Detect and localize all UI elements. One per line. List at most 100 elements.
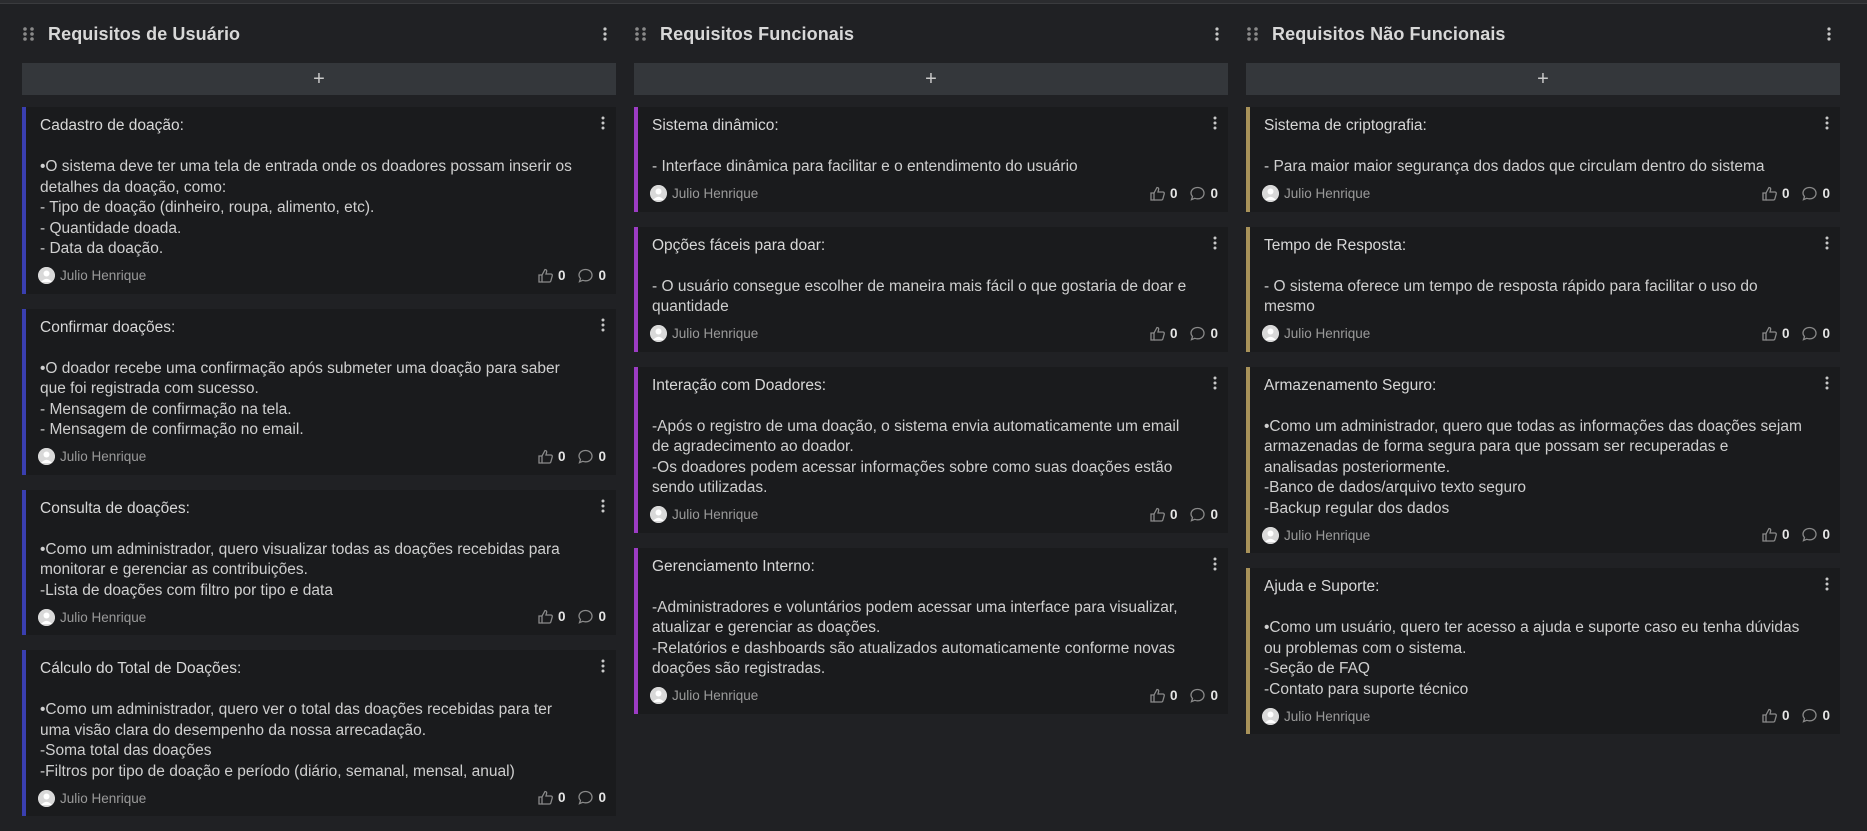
comment-icon[interactable] [1189,325,1206,342]
add-card-button[interactable]: + [1246,63,1840,95]
thumbs-up-icon[interactable] [1149,687,1166,704]
requirement-card[interactable]: Opções fáceis para doar: - O usuário con… [634,226,1228,352]
avatar [38,608,55,626]
thumbs-up-icon[interactable] [1149,325,1166,342]
comment-count: 0 [1822,185,1830,201]
card-menu-icon[interactable] [1824,235,1830,251]
card-menu-icon[interactable] [600,658,606,674]
card-menu-icon[interactable] [1212,235,1218,251]
author-name: Julio Henrique [672,688,759,703]
card-title: Sistema dinâmico: [652,117,779,134]
requirement-card[interactable]: Confirmar doações: •O doador recebe uma … [22,308,616,475]
card-menu-icon[interactable] [1824,576,1830,592]
thumbs-up-icon[interactable] [1761,526,1778,543]
card-stats: 0 0 [1149,185,1218,202]
card-body: - O usuário consegue escolher de maneira… [652,277,1187,316]
card-menu-icon[interactable] [600,317,606,333]
card-stats: 0 0 [1761,526,1830,543]
comment-icon[interactable] [1189,185,1206,202]
card-menu-icon[interactable] [600,498,606,514]
like-count: 0 [557,448,566,464]
card-title: Gerenciamento Interno: [652,557,815,575]
thumbs-up-icon[interactable] [537,448,554,465]
card-footer: Julio Henrique 0 0 [38,266,606,286]
like-count: 0 [1781,708,1790,723]
column-header: Requisitos de Usuário [22,14,616,54]
comment-icon[interactable] [1189,687,1206,704]
author-name: Julio Henrique [1284,527,1371,543]
comment-icon[interactable] [577,267,594,284]
avatar [1262,185,1279,202]
author-name: Julio Henrique [60,790,147,806]
avatar [650,506,667,523]
requirement-card[interactable]: Sistema dinâmico: - Interface dinâmica p… [634,107,1228,212]
card-menu-icon[interactable] [1212,115,1218,131]
avatar [38,448,55,465]
requirement-card[interactable]: Gerenciamento Interno: -Administradores … [634,547,1228,714]
thumbs-up-icon[interactable] [1761,707,1778,724]
card-menu-icon[interactable] [1824,375,1830,391]
comment-icon[interactable] [1801,185,1818,202]
requirement-card[interactable]: Armazenamento Seguro: •Como um administr… [1246,366,1840,553]
requirement-card[interactable]: Cálculo do Total de Doações: •Como um ad… [22,650,616,816]
column-menu-icon[interactable] [1826,26,1832,42]
requirement-card[interactable]: Consulta de doações: •Como um administra… [22,489,616,635]
thumbs-up-icon[interactable] [1761,325,1778,342]
thumbs-up-icon[interactable] [1761,185,1778,202]
column-title: Requisitos de Usuário [48,23,241,44]
comment-icon[interactable] [1801,707,1818,724]
author-name: Julio Henrique [60,449,147,464]
card-menu-icon[interactable] [1212,556,1218,572]
thumbs-up-icon[interactable] [537,608,554,625]
column-header: Requisitos Não Funcionais [1246,14,1840,54]
thumbs-up-icon[interactable] [537,789,554,806]
card-stats: 0 0 [537,789,606,806]
author-name: Julio Henrique [1284,186,1371,201]
card-body: - O sistema oferece um tempo de resposta… [1264,277,1758,316]
board-column: Requisitos Não Funcionais + Sistema de c… [1246,14,1840,831]
add-card-button[interactable]: + [634,63,1228,95]
card-menu-icon[interactable] [1212,375,1218,391]
card-footer: Julio Henrique 0 0 [1262,525,1830,545]
comment-icon[interactable] [1801,325,1818,342]
card-body: •Como um usuário, quero ter acesso a aju… [1264,619,1800,698]
avatar [1262,526,1279,544]
card-title: Consulta de doações: [40,499,190,517]
board-column: Requisitos Funcionais + Sistema dinâmico… [634,14,1228,831]
comment-icon[interactable] [577,448,594,465]
requirement-card[interactable]: Interação com Doadores: -Após o registro… [634,366,1228,533]
thumbs-up-icon[interactable] [1149,506,1166,523]
card-menu-icon[interactable] [1824,115,1830,131]
comment-count: 0 [1822,708,1830,723]
thumbs-up-icon[interactable] [537,267,554,284]
card-title: Cálculo do Total de Doações: [40,660,242,677]
card-footer: Julio Henrique 0 0 [1262,706,1830,726]
card-title: Cadastro de doação: [40,117,184,134]
comment-icon[interactable] [577,789,594,806]
card-body: -Administradores e voluntários podem ace… [652,598,1178,678]
comment-icon[interactable] [577,608,594,625]
requirement-card[interactable]: Tempo de Resposta: - O sistema oferece u… [1246,226,1840,352]
board-column: Requisitos de Usuário + Cadastro de doaç… [22,14,616,831]
avatar [38,267,55,284]
drag-handle-icon[interactable] [22,26,36,42]
card-stats: 0 0 [1149,687,1218,704]
thumbs-up-icon[interactable] [1149,185,1166,202]
comment-icon[interactable] [1189,506,1206,523]
requirement-card[interactable]: Cadastro de doação: •O sistema deve ter … [22,107,616,294]
card-title: Tempo de Resposta: [1264,236,1407,254]
column-menu-icon[interactable] [602,26,608,42]
comment-count: 0 [1210,185,1218,201]
column-title: Requisitos Funcionais [660,23,855,44]
add-card-button[interactable]: + [22,63,616,95]
drag-handle-icon[interactable] [634,26,648,42]
column-menu-icon[interactable] [1214,26,1220,42]
card-menu-icon[interactable] [600,115,606,131]
requirement-card[interactable]: Sistema de criptografia: - Para maior ma… [1246,107,1840,212]
drag-handle-icon[interactable] [1246,26,1260,42]
like-count: 0 [1781,325,1790,341]
requirement-card[interactable]: Ajuda e Suporte: •Como um usuário, quero… [1246,568,1840,734]
comment-icon[interactable] [1801,526,1818,543]
author-name: Julio Henrique [60,609,147,625]
comment-count: 0 [598,790,606,805]
